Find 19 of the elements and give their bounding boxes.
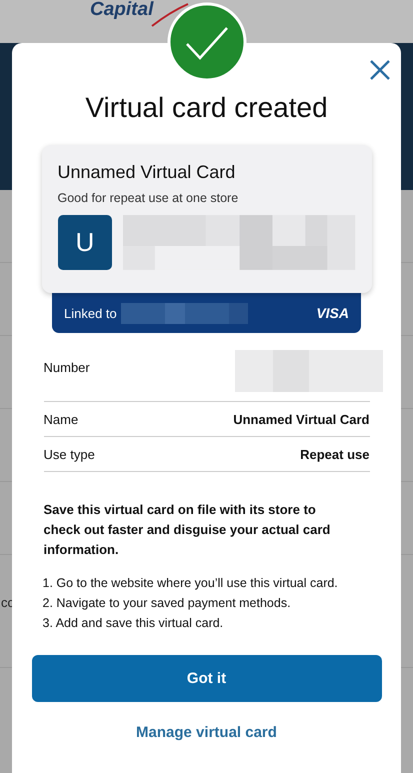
card-name: Unnamed Virtual Card <box>58 162 236 183</box>
close-icon[interactable] <box>368 58 392 82</box>
detail-label: Use type <box>44 446 95 462</box>
detail-label: Name <box>44 412 78 426</box>
detail-label: Number <box>44 360 90 375</box>
manage-link[interactable]: Manage virtual card <box>136 724 277 741</box>
detail-value: Unnamed Virtual Card <box>233 412 370 426</box>
step-text: 3. Add and save this virtual card. <box>42 615 224 632</box>
card-subtitle: Good for repeat use at one store <box>58 191 240 205</box>
logo-text: Capital <box>90 0 154 21</box>
linked-label: Linked to <box>64 306 117 320</box>
avatar: U <box>58 215 112 270</box>
visa-logo: VISA <box>316 305 349 321</box>
step-text: 2. Navigate to your saved payment methods. <box>42 595 292 612</box>
dialog-title: Virtual card created <box>85 92 328 124</box>
step-text: 1. Go to the website where you’ll use this virtual card. <box>42 575 339 592</box>
detail-value: Repeat use <box>300 446 370 462</box>
got-it-button[interactable]: Got it <box>32 655 382 702</box>
info-text: Save this virtual card on file with its store to check out faster and disguise your actual card information. <box>44 501 332 559</box>
